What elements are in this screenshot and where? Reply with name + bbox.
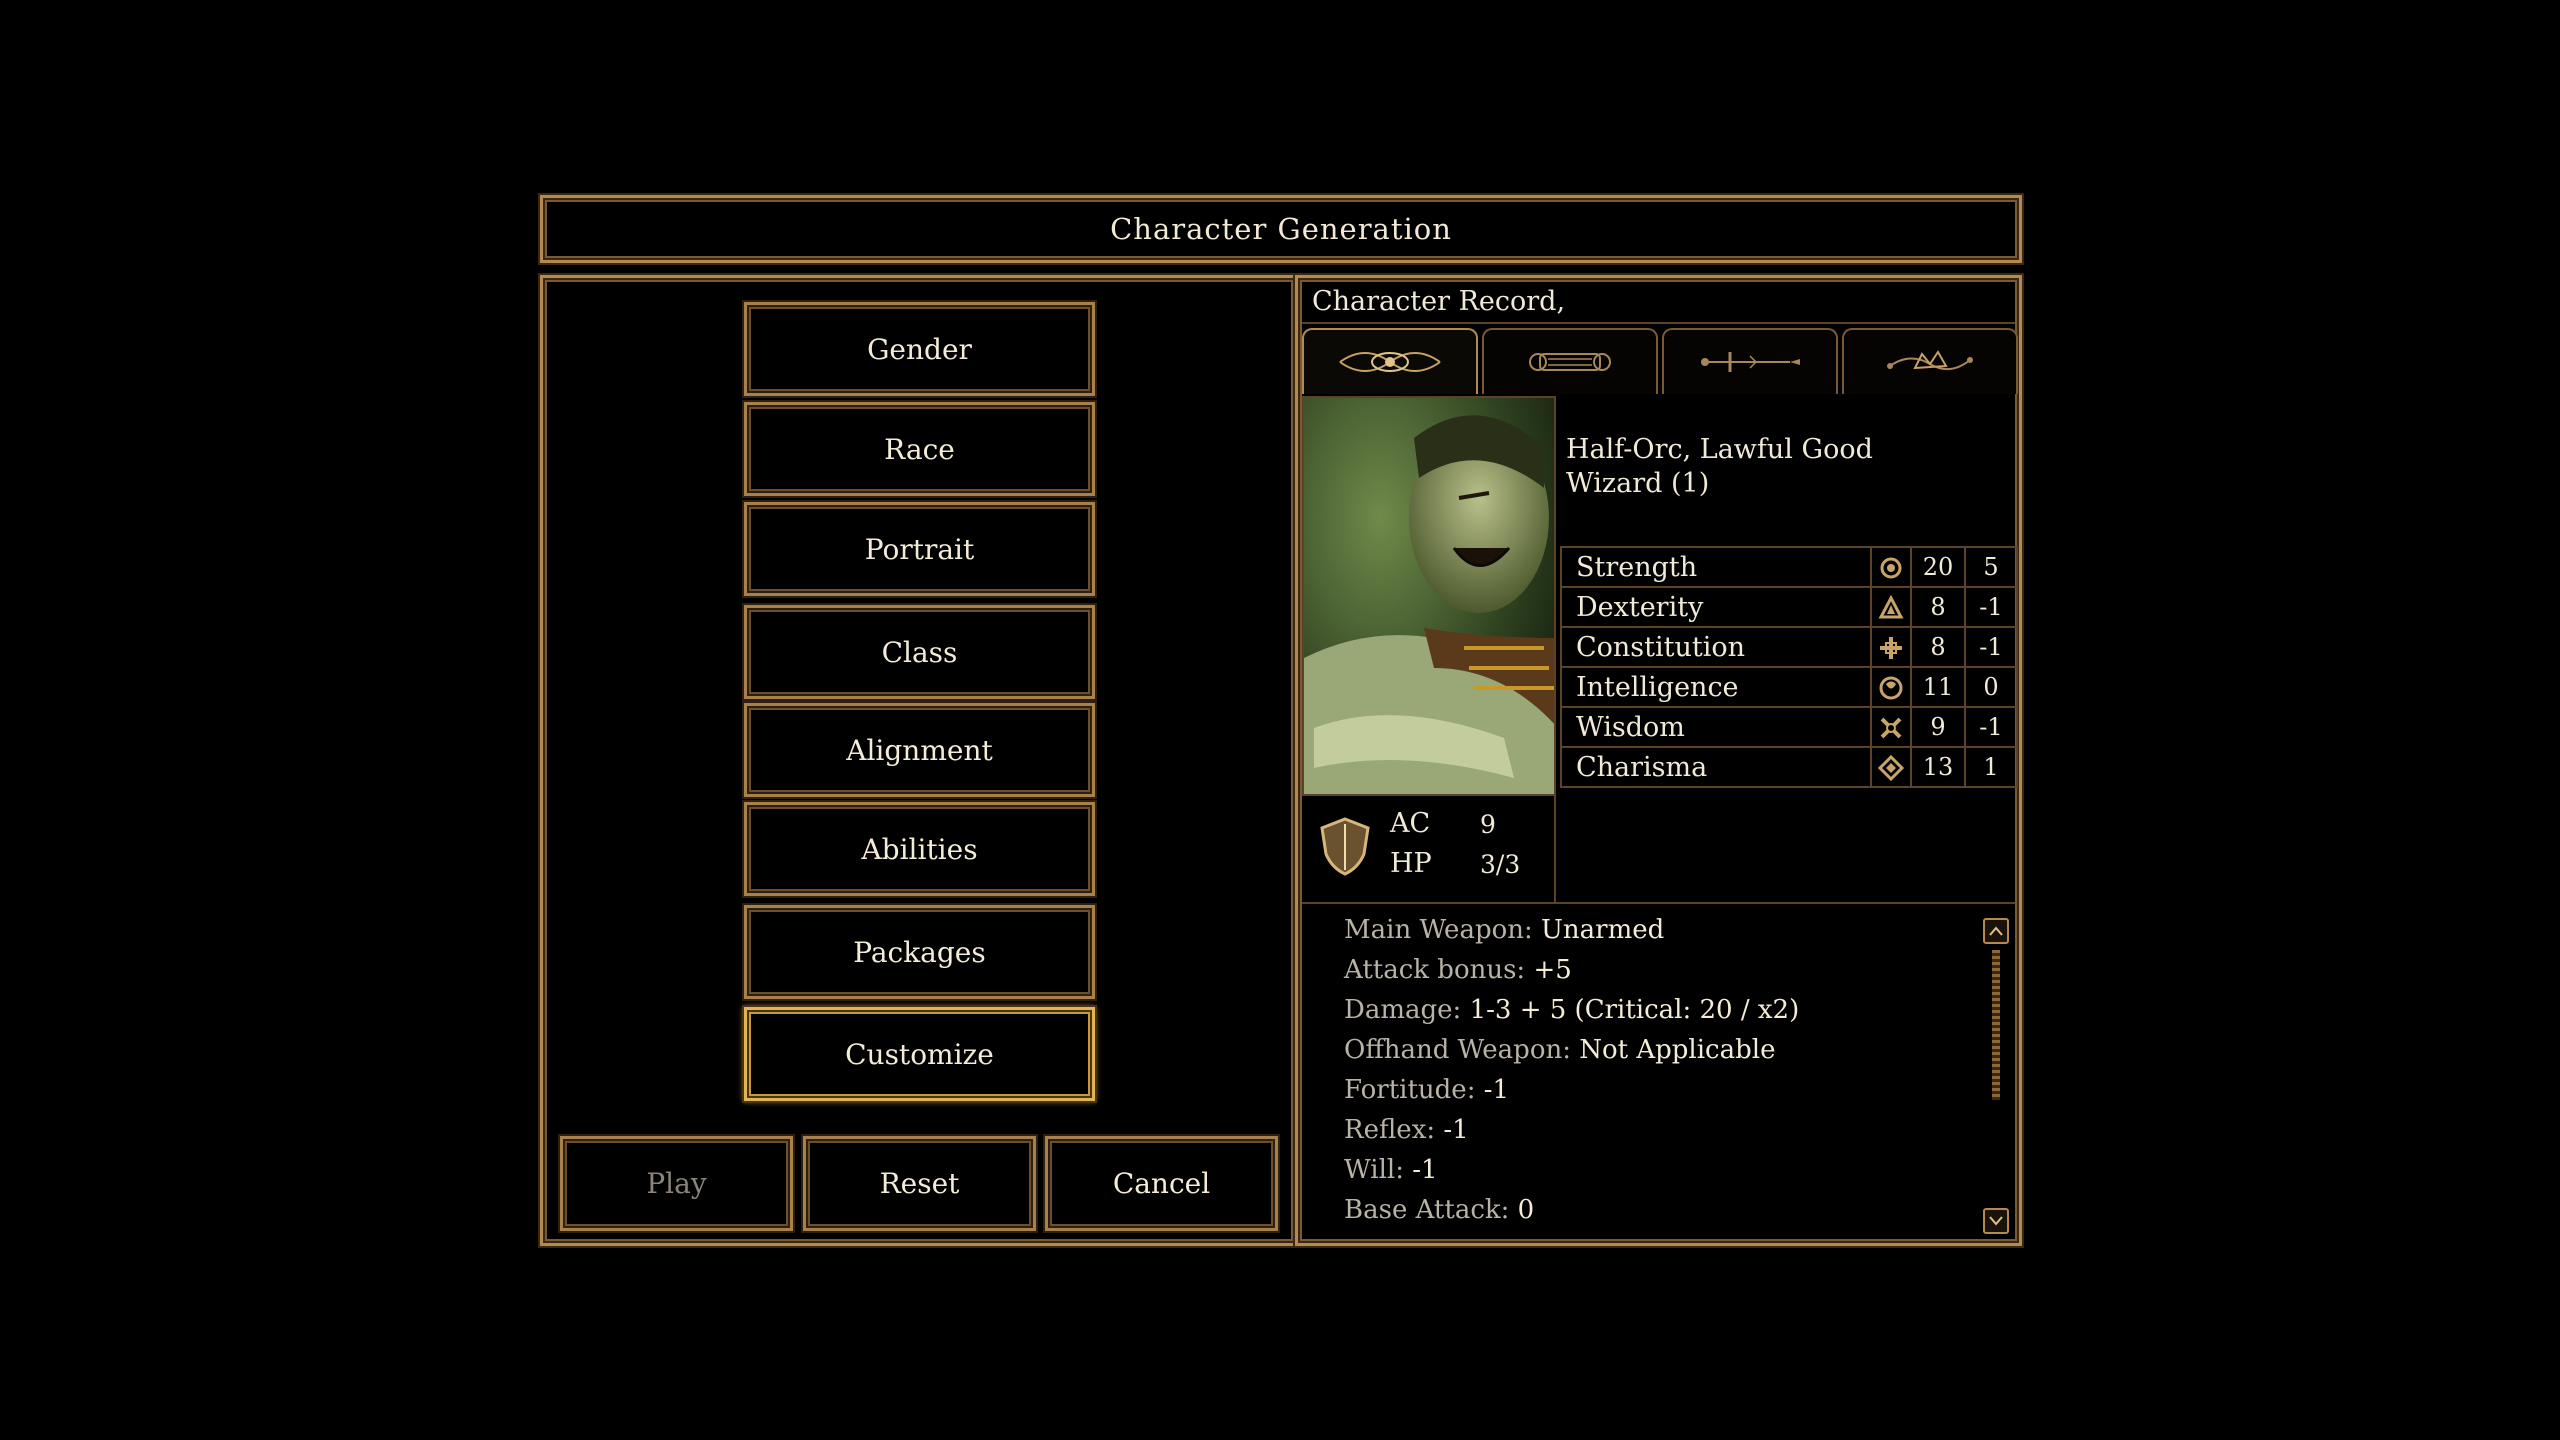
character-summary: Half-Orc, Lawful Good Wizard (1): [1566, 433, 2006, 501]
ability-row-wisdom: Wisdom 9 -1: [1560, 706, 2018, 748]
ability-name: Intelligence: [1560, 666, 1872, 708]
ability-name: Strength: [1560, 546, 1872, 588]
packages-button[interactable]: Packages: [744, 905, 1095, 999]
stat-row: Damage: 1-3 + 5 (Critical: 20 / x2): [1344, 995, 1800, 1025]
ability-score: 11: [1910, 666, 1966, 708]
hp-value: 3/3: [1480, 850, 1521, 879]
half-orc-portrait-image: [1304, 398, 1554, 794]
scroll-tab-icon: [1529, 353, 1611, 371]
tab-overview[interactable]: [1302, 328, 1478, 394]
ability-row-constitution: Constitution 8 -1: [1560, 626, 2018, 668]
stat-row: Will: -1: [1344, 1155, 1438, 1185]
ability-modifier: -1: [1964, 586, 2018, 628]
divider: [1302, 902, 2015, 904]
ability-name: Dexterity: [1560, 586, 1872, 628]
character-portrait: [1302, 396, 1556, 796]
hp-label: HP: [1390, 848, 1432, 879]
ability-row-intelligence: Intelligence 11 0: [1560, 666, 2018, 708]
ability-score: 8: [1910, 626, 1966, 668]
chevron-down-icon: [1989, 1216, 2003, 1226]
charisma-icon: [1878, 755, 1904, 781]
title-bar: Character Generation: [540, 195, 2022, 263]
race-alignment-text: Half-Orc, Lawful Good: [1566, 434, 1873, 465]
ability-row-charisma: Charisma 13 1: [1560, 746, 2018, 788]
eye-tab-icon: [1339, 352, 1441, 372]
scroll-track[interactable]: [1992, 950, 2000, 1100]
ability-score: 8: [1910, 586, 1966, 628]
ability-name: Charisma: [1560, 746, 1872, 788]
ability-score: 9: [1910, 706, 1966, 748]
sword-tab-icon: [1701, 352, 1800, 372]
constitution-icon: [1880, 637, 1902, 659]
race-button[interactable]: Race: [744, 402, 1095, 496]
stat-row: Main Weapon: Unarmed: [1344, 915, 1665, 945]
creation-steps-panel: Gender Race Portrait Class Alignment Abi…: [540, 275, 1298, 1246]
dexterity-icon: [1878, 595, 1904, 619]
ac-value: 9: [1480, 810, 1496, 839]
tab-skills[interactable]: [1482, 328, 1658, 394]
tab-inventory[interactable]: [1842, 328, 2018, 394]
play-button[interactable]: Play: [560, 1136, 793, 1231]
ability-row-dexterity: Dexterity 8 -1: [1560, 586, 2018, 628]
alignment-button[interactable]: Alignment: [744, 703, 1095, 797]
ability-modifier: 1: [1964, 746, 2018, 788]
ability-modifier: 5: [1964, 546, 2018, 588]
record-tabs: [1302, 328, 2018, 398]
ability-score: 13: [1910, 746, 1966, 788]
shield-icon: [1320, 817, 1370, 876]
window-title: Character Generation: [1110, 212, 1452, 246]
ability-score: 20: [1910, 546, 1966, 588]
crown-tab-icon: [1887, 350, 1973, 371]
combat-stats-list: Main Weapon: Unarmed Attack bonus: +5 Da…: [1344, 910, 1964, 1230]
chevron-up-icon: [1989, 926, 2003, 936]
stat-row: Offhand Weapon: Not Applicable: [1344, 1035, 1776, 1065]
stat-row: Reflex: -1: [1344, 1115, 1469, 1145]
scroll-down-button[interactable]: [1983, 1208, 2009, 1234]
cancel-button[interactable]: Cancel: [1045, 1136, 1278, 1231]
ac-label: AC: [1390, 808, 1431, 839]
ability-modifier: -1: [1964, 706, 2018, 748]
strength-icon: [1880, 557, 1902, 579]
ability-name: Constitution: [1560, 626, 1872, 668]
ability-modifier: -1: [1964, 626, 2018, 668]
stat-row: Fortitude: -1: [1344, 1075, 1510, 1105]
character-record-header: Character Record,: [1302, 282, 2015, 324]
portrait-button[interactable]: Portrait: [744, 502, 1095, 596]
stats-scrollbar[interactable]: [1983, 918, 2009, 1238]
ability-name: Wisdom: [1560, 706, 1872, 748]
scroll-up-button[interactable]: [1983, 918, 2009, 944]
stat-row: Base Attack: 0: [1344, 1195, 1535, 1225]
stat-row: Attack bonus: +5: [1344, 955, 1572, 985]
reset-button[interactable]: Reset: [803, 1136, 1036, 1231]
ability-scores-table: Strength 20 5 Dexterity 8 -1 Constitutio…: [1560, 546, 2018, 788]
ability-modifier: 0: [1964, 666, 2018, 708]
abilities-button[interactable]: Abilities: [744, 802, 1095, 896]
defense-box: AC 9 HP 3/3: [1302, 796, 1556, 902]
wisdom-icon: [1880, 717, 1902, 739]
gender-button[interactable]: Gender: [744, 302, 1095, 396]
class-button[interactable]: Class: [744, 605, 1095, 699]
tab-combat[interactable]: [1662, 328, 1838, 394]
intelligence-icon: [1879, 676, 1903, 700]
ability-row-strength: Strength 20 5: [1560, 546, 2018, 588]
character-record-panel: Character Record, Half-Orc, Lawful Good …: [1295, 275, 2022, 1246]
customize-button[interactable]: Customize: [744, 1007, 1095, 1101]
class-level-text: Wizard (1): [1566, 468, 1710, 499]
